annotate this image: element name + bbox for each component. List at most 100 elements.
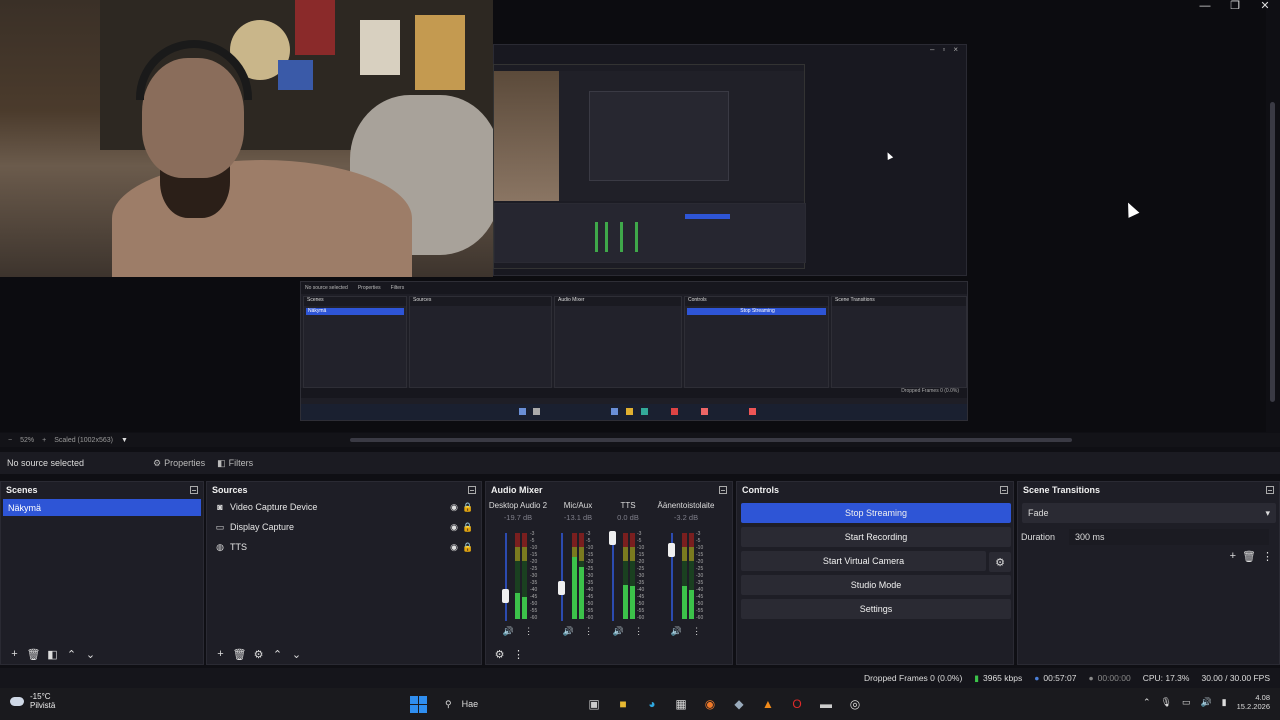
kebab-menu-icon[interactable]: ⋮	[524, 626, 533, 637]
trash-icon[interactable]: 🗑	[230, 645, 249, 663]
source-item[interactable]: ▭ Display Capture ◉ 🔒	[207, 517, 481, 537]
transition-select[interactable]: Fade ▾	[1022, 503, 1276, 523]
move-down-icon[interactable]: ⌄	[81, 645, 100, 663]
controls-title: Controls	[742, 484, 779, 495]
preview-horizontal-scrollbar[interactable]	[350, 438, 1072, 442]
properties-button[interactable]: ⚙ Properties	[147, 454, 211, 472]
kebab-menu-icon[interactable]: ⋮	[1262, 550, 1273, 563]
dock-float-icon[interactable]	[1000, 485, 1008, 494]
dock-float-icon[interactable]	[1266, 485, 1274, 494]
duration-input[interactable]: 300 ms	[1069, 529, 1270, 545]
battery-icon[interactable]: ▮	[1222, 697, 1227, 708]
kebab-menu-icon[interactable]: ⋮	[509, 645, 528, 663]
chevron-up-icon[interactable]: ⌃	[1143, 697, 1151, 708]
nested-preview	[493, 64, 806, 269]
dock-float-icon[interactable]	[468, 485, 476, 494]
volume-fader[interactable]	[505, 533, 507, 621]
zoom-in-icon[interactable]: +	[42, 437, 46, 444]
scale-dropdown-icon[interactable]: ▼	[121, 437, 128, 444]
trash-icon[interactable]: 🗑	[24, 645, 43, 663]
display-icon[interactable]: ▭	[1182, 697, 1191, 708]
opera-icon[interactable]: O	[787, 694, 807, 714]
obs-icon[interactable]: ◎	[845, 694, 865, 714]
studio-mode-button[interactable]: Studio Mode	[741, 575, 1011, 595]
advanced-audio-icon[interactable]: ⚙	[490, 645, 509, 663]
edge-icon[interactable]: ◕	[642, 694, 662, 714]
preview-canvas[interactable]: – ▫ × No source selected Properties Filters …	[0, 0, 1266, 432]
volume-fader[interactable]	[612, 533, 614, 621]
gear-icon[interactable]: ⚙	[249, 645, 268, 663]
filters-button[interactable]: ◧ Filters	[211, 454, 259, 472]
close-button[interactable]: ✕	[1250, 0, 1280, 14]
preview-vertical-scrollbar[interactable]	[1266, 40, 1280, 402]
firefox-icon[interactable]: ◉	[700, 694, 720, 714]
source-label: TTS	[230, 542, 247, 552]
stop-streaming-button[interactable]: Stop Streaming	[741, 503, 1011, 523]
file-explorer-icon[interactable]: ■	[613, 694, 633, 714]
scenes-toolbar: + 🗑 ◧ ⌃ ⌄	[1, 644, 203, 664]
clock[interactable]: 4.08 15.2.2026	[1237, 693, 1270, 711]
sources-title: Sources	[212, 484, 248, 495]
trash-icon[interactable]: 🗑	[1242, 550, 1256, 563]
weather-widget[interactable]: -15°C Pilvistä	[10, 692, 55, 710]
minimize-button[interactable]: —	[1190, 0, 1220, 14]
zoom-out-icon[interactable]: −	[8, 437, 12, 444]
dock-float-icon[interactable]	[190, 485, 198, 494]
fader-knob[interactable]	[609, 531, 616, 545]
volume-fader[interactable]	[561, 533, 563, 621]
kebab-menu-icon[interactable]: ⋮	[634, 626, 643, 637]
lock-icon[interactable]: 🔒	[461, 502, 475, 513]
vlc-icon[interactable]: ▲	[758, 694, 778, 714]
add-icon[interactable]: +	[211, 645, 230, 663]
taskbar: -15°C Pilvistä ⚲ Hae ▣ ■ ◕ ▦ ◉ ◆ ▲ O ▬ ◎ …	[0, 688, 1280, 720]
eye-icon[interactable]: ◉	[447, 502, 461, 513]
eye-icon[interactable]: ◉	[447, 542, 461, 553]
lock-icon[interactable]: 🔒	[461, 522, 475, 533]
store-icon[interactable]: ▦	[671, 694, 691, 714]
dock-float-icon[interactable]	[719, 485, 727, 494]
zoom-percent: 52%	[20, 436, 35, 444]
steam-icon[interactable]: ◆	[729, 694, 749, 714]
channel-name: TTS	[620, 501, 636, 510]
taskbar-search[interactable]: ⚲ Hae	[437, 693, 575, 715]
speaker-icon[interactable]: 🔊	[503, 626, 514, 637]
mixer-channel: Äänentoistolaite -3.2 dB -3 -5 -10 -15 -20 -2…	[657, 501, 715, 637]
fader-knob[interactable]	[558, 581, 565, 595]
mixer-toolbar: ⚙ ⋮	[486, 644, 732, 664]
volume-icon[interactable]: 🔊	[1200, 697, 1211, 708]
source-item[interactable]: ◍ TTS ◉ 🔒	[207, 537, 481, 557]
start-virtual-camera-button[interactable]: Start Virtual Camera	[741, 551, 986, 571]
fader-knob[interactable]	[502, 589, 509, 603]
scene-item[interactable]: Näkymä	[3, 499, 201, 516]
kebab-menu-icon[interactable]: ⋮	[692, 626, 701, 637]
add-icon[interactable]: +	[1230, 550, 1236, 563]
speaker-icon[interactable]: 🔊	[671, 626, 682, 637]
window-controls: — ❐ ✕	[1190, 0, 1280, 14]
speaker-icon[interactable]: 🔊	[613, 626, 624, 637]
eye-icon[interactable]: ◉	[447, 522, 461, 533]
microphone-icon[interactable]: 🎙	[1161, 697, 1172, 708]
add-icon[interactable]: +	[5, 645, 24, 663]
kebab-menu-icon[interactable]: ⋮	[584, 626, 593, 637]
windows-start-icon[interactable]	[408, 694, 428, 714]
filter-icon[interactable]: ◧	[43, 645, 62, 663]
speaker-icon[interactable]: 🔊	[563, 626, 574, 637]
start-recording-button[interactable]: Start Recording	[741, 527, 1011, 547]
move-down-icon[interactable]: ⌄	[287, 645, 306, 663]
virtual-camera-gear-icon[interactable]: ⚙	[989, 552, 1011, 572]
lock-icon[interactable]: 🔒	[461, 542, 475, 553]
mixer-channel: TTS 0.0 dB -3 -5 -10 -15 -20 -25 -30 -35 -40 -45-…	[598, 501, 658, 641]
settings-button[interactable]: Settings	[741, 599, 1011, 619]
maximize-button[interactable]: ❐	[1220, 0, 1250, 14]
fps: 30.00 / 30.00 FPS	[1201, 673, 1270, 683]
filter-icon: ◧	[217, 457, 226, 468]
source-item[interactable]: ◙ Video Capture Device ◉ 🔒	[207, 497, 481, 517]
stream-time: 00:57:07	[1043, 673, 1077, 683]
fader-knob[interactable]	[668, 543, 675, 557]
system-tray: ⌃ 🎙 ▭ 🔊 ▮ 4.08 15.2.2026	[1143, 693, 1270, 711]
move-up-icon[interactable]: ⌃	[62, 645, 81, 663]
task-view-icon[interactable]: ▣	[584, 694, 604, 714]
move-up-icon[interactable]: ⌃	[268, 645, 287, 663]
terminal-icon[interactable]: ▬	[816, 694, 836, 714]
mouse-cursor	[1122, 200, 1140, 218]
